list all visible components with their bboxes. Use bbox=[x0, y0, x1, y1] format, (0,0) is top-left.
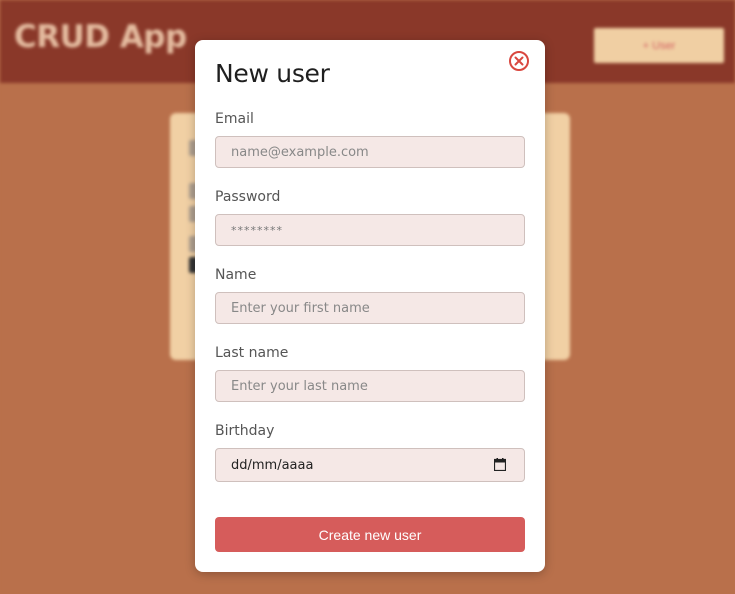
add-user-button: + User bbox=[594, 28, 724, 63]
first-name-placeholder: Enter your first name bbox=[231, 300, 370, 316]
email-placeholder: name@example.com bbox=[231, 144, 369, 160]
last-name-label: Last name bbox=[215, 345, 289, 361]
last-name-field[interactable]: Enter your last name bbox=[215, 370, 525, 402]
name-label: Name bbox=[215, 267, 257, 283]
password-field[interactable]: ******** bbox=[215, 214, 525, 246]
modal-title: New user bbox=[215, 59, 330, 88]
email-label: Email bbox=[215, 111, 254, 127]
create-user-button[interactable]: Create new user bbox=[215, 517, 525, 552]
email-field[interactable]: name@example.com bbox=[215, 136, 525, 168]
first-name-field[interactable]: Enter your first name bbox=[215, 292, 525, 324]
calendar-icon[interactable] bbox=[494, 458, 506, 471]
last-name-placeholder: Enter your last name bbox=[231, 378, 368, 394]
birthday-placeholder: dd/mm/aaaa bbox=[231, 457, 314, 473]
close-button[interactable] bbox=[508, 50, 530, 72]
password-placeholder: ******** bbox=[231, 223, 283, 237]
birthday-label: Birthday bbox=[215, 423, 275, 439]
app-title: CRUD App bbox=[14, 19, 187, 55]
new-user-modal: New user Email name@example.com Password… bbox=[195, 40, 545, 572]
close-circle-icon bbox=[509, 51, 529, 71]
birthday-field[interactable]: dd/mm/aaaa bbox=[215, 448, 525, 482]
password-label: Password bbox=[215, 189, 281, 205]
